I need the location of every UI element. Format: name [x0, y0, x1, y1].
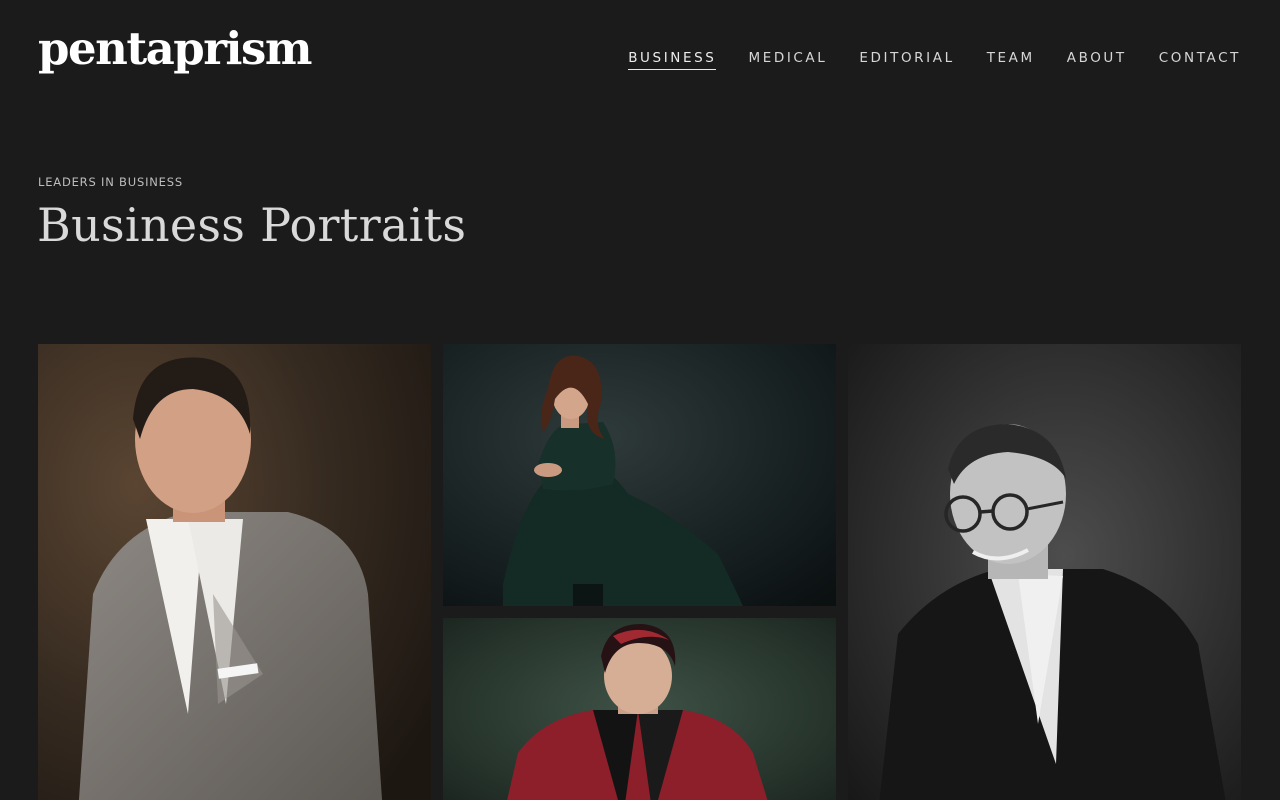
- nav-item-editorial[interactable]: EDITORIAL: [859, 50, 954, 70]
- nav-item-team[interactable]: TEAM: [987, 50, 1035, 70]
- portrait-woman-green-dress[interactable]: [443, 344, 836, 606]
- nav-item-about[interactable]: ABOUT: [1067, 50, 1127, 70]
- pentaprism-logo[interactable]: pentaprism: [38, 26, 312, 71]
- nav-item-business[interactable]: BUSINESS: [628, 50, 717, 70]
- page-title: Business Portraits: [37, 198, 467, 252]
- nav-item-contact[interactable]: CONTACT: [1159, 50, 1241, 70]
- main-nav: BUSINESS MEDICAL EDITORIAL TEAM ABOUT CO…: [628, 50, 1241, 70]
- section-eyebrow: LEADERS IN BUSINESS: [38, 175, 183, 189]
- portrait-man-grey-suit[interactable]: [38, 344, 431, 800]
- nav-item-medical[interactable]: MEDICAL: [748, 50, 827, 70]
- portrait-woman-red-blazer[interactable]: [443, 618, 836, 800]
- portrait-man-glasses-bw[interactable]: [848, 344, 1241, 800]
